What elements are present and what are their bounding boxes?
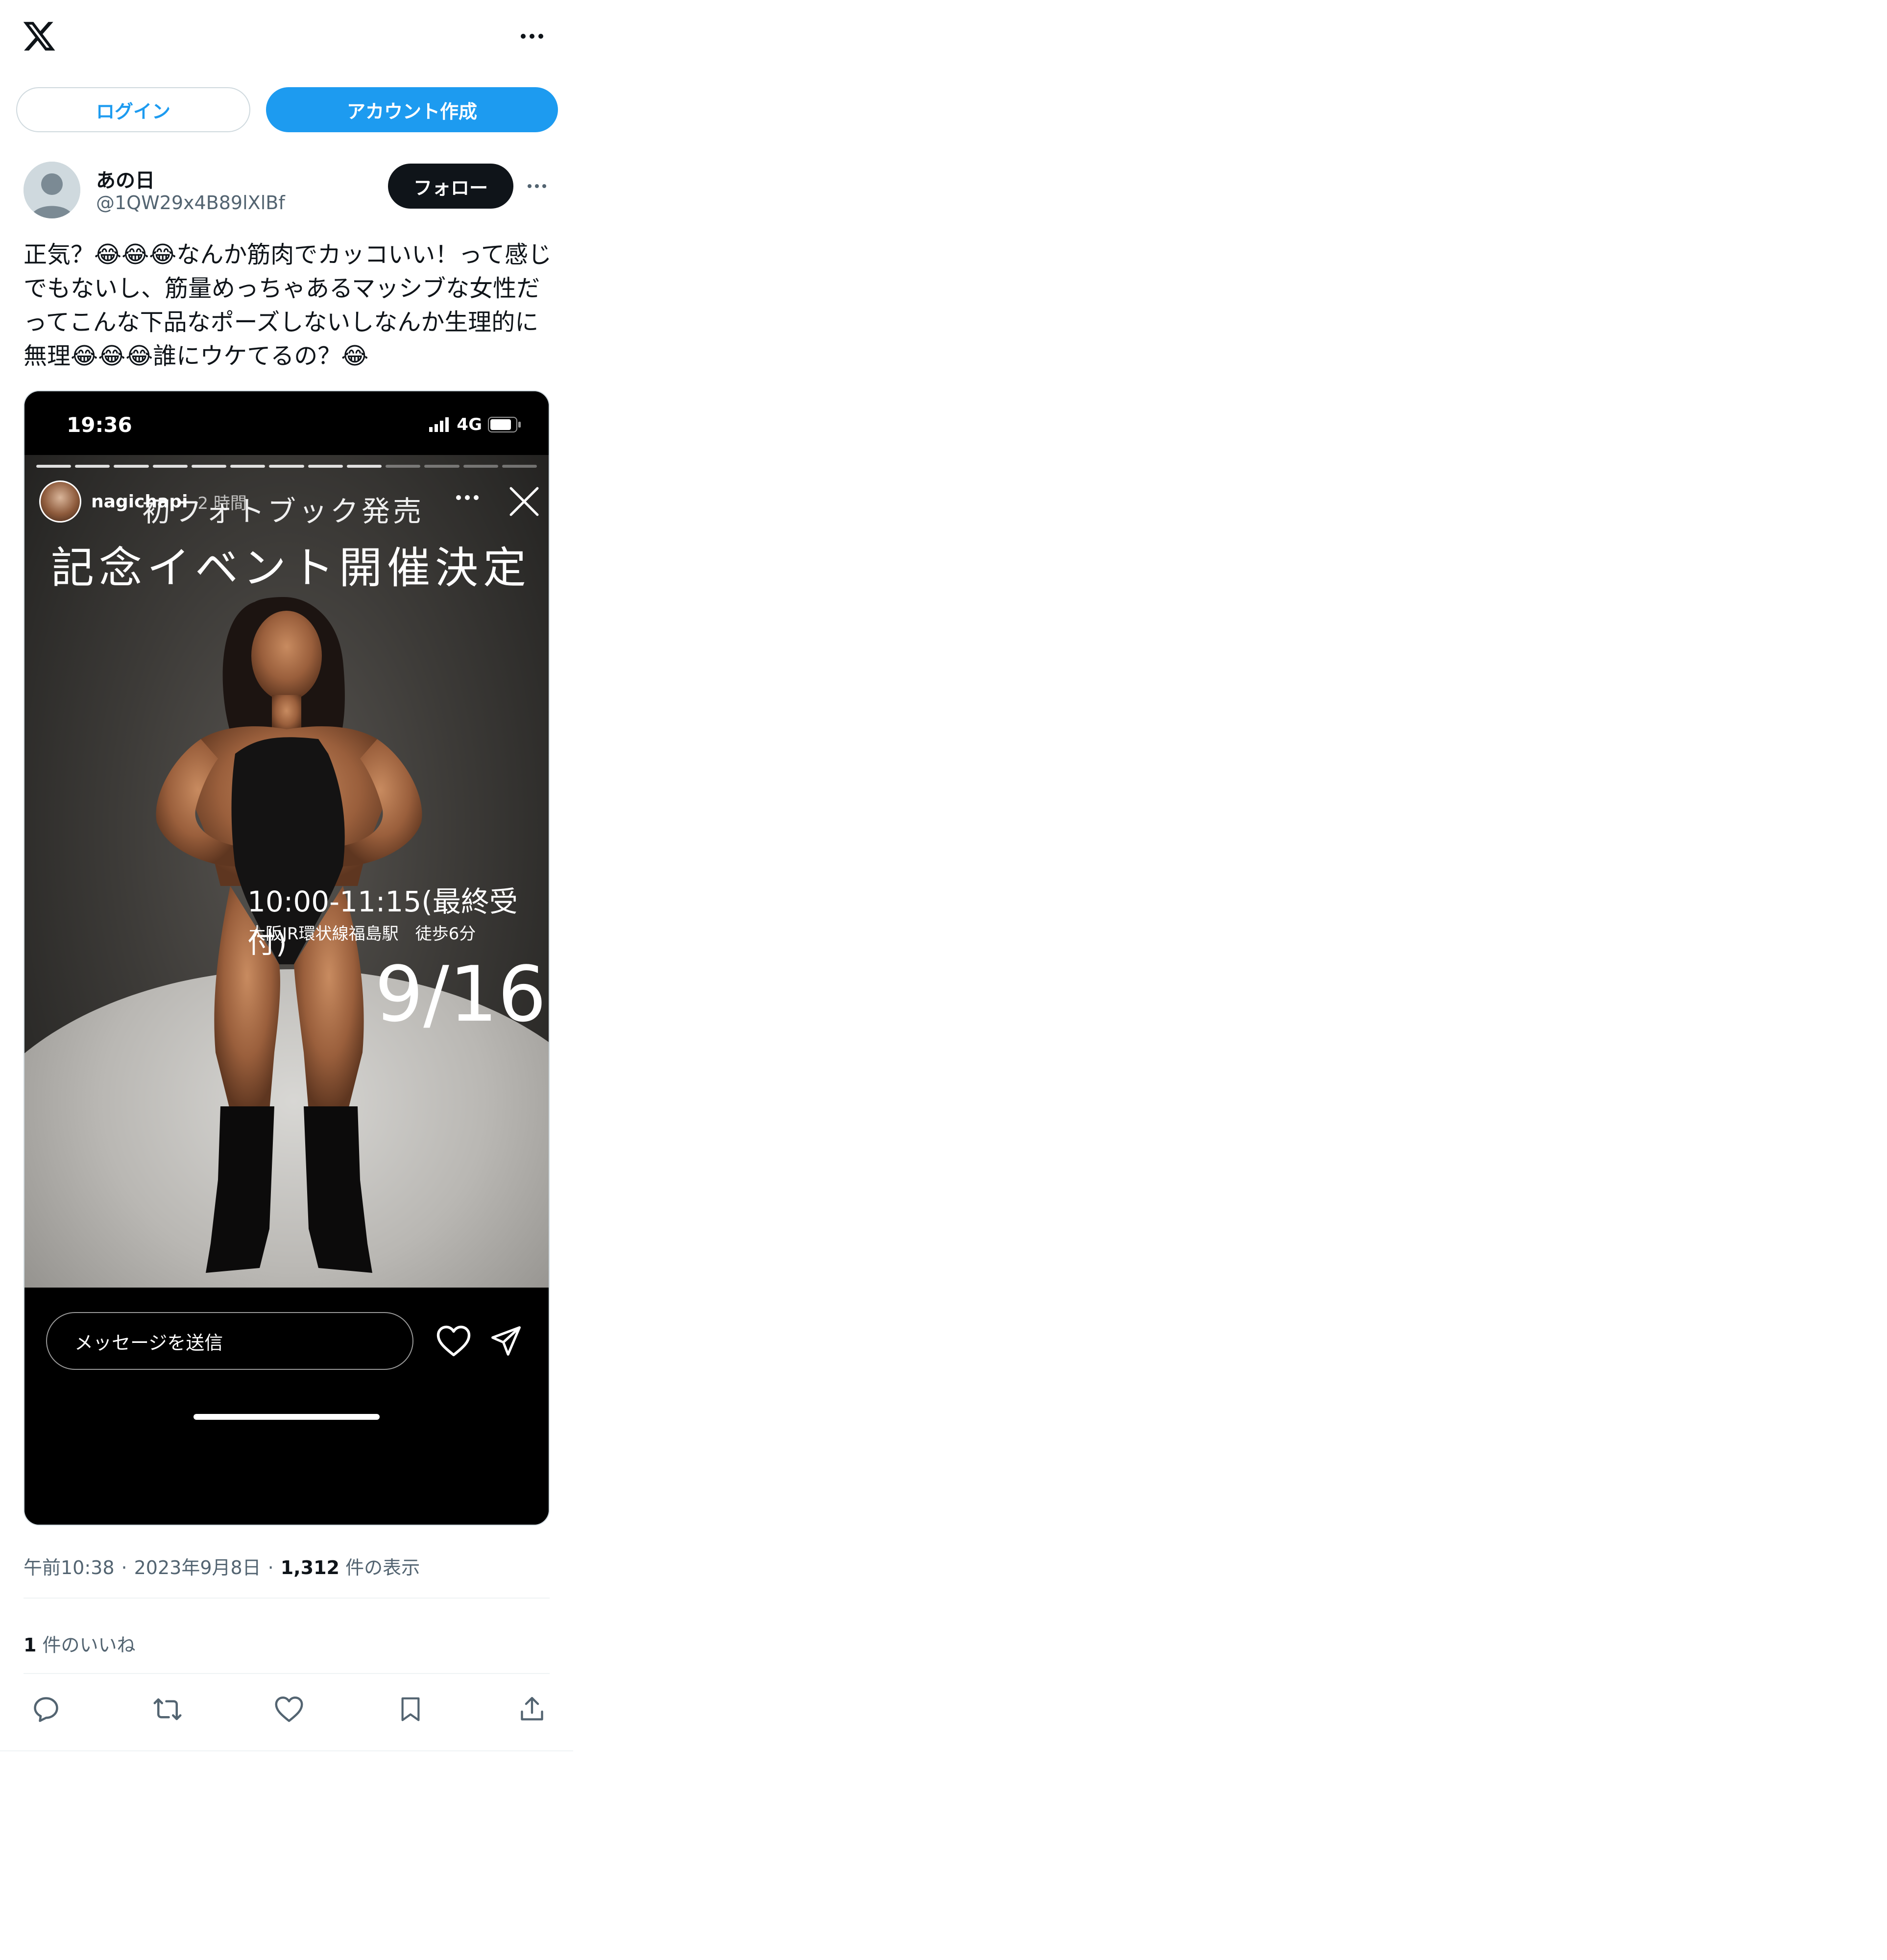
phone-status-bar: 19:36 4G bbox=[24, 391, 549, 455]
likes-summary[interactable]: 1 件のいいね bbox=[24, 1630, 136, 1657]
home-indicator bbox=[194, 1414, 380, 1420]
story-title-line1: 初フォトブック発売 bbox=[142, 495, 425, 528]
more-horizontal-icon[interactable] bbox=[523, 175, 551, 197]
auth-buttons: ログイン アカウント作成 bbox=[0, 87, 572, 133]
tweet-meta: 午前10:38 · 2023年9月8日 · 1,312 件の表示 bbox=[24, 1553, 420, 1579]
divider bbox=[24, 1673, 550, 1674]
tweet-actions bbox=[24, 1692, 550, 1731]
story-footer: メッセージを送信 bbox=[24, 1288, 549, 1525]
x-logo-icon[interactable] bbox=[22, 19, 57, 54]
follow-button[interactable]: フォロー bbox=[388, 164, 513, 209]
send-icon bbox=[491, 1326, 521, 1356]
tweet-date[interactable]: 2023年9月8日 bbox=[134, 1553, 261, 1579]
retweet-button[interactable] bbox=[150, 1692, 185, 1727]
divider bbox=[24, 1598, 550, 1599]
avatar[interactable] bbox=[24, 162, 80, 218]
top-bar bbox=[0, 0, 572, 73]
progress-segment bbox=[230, 465, 266, 468]
reply-icon bbox=[34, 1697, 58, 1722]
signal-icon bbox=[429, 417, 449, 432]
progress-segment bbox=[152, 465, 188, 468]
progress-segment bbox=[269, 465, 304, 468]
heart-icon bbox=[436, 1325, 471, 1357]
progress-segment bbox=[386, 465, 421, 468]
more-horizontal-icon[interactable] bbox=[514, 24, 550, 48]
views-count: 1,312 bbox=[280, 1557, 339, 1578]
views-label: 件の表示 bbox=[345, 1557, 420, 1578]
reply-button[interactable] bbox=[28, 1692, 64, 1727]
meta-separator: · bbox=[267, 1557, 274, 1578]
story-avatar bbox=[39, 480, 81, 523]
progress-segment bbox=[424, 465, 460, 468]
progress-segment bbox=[191, 465, 227, 468]
share-button[interactable] bbox=[514, 1692, 550, 1727]
bookmark-icon bbox=[401, 1697, 420, 1721]
battery-icon bbox=[488, 417, 521, 432]
tweet-text: 正気？😂😂😂なんか筋肉でカッコいい！って感じでもないし、筋量めっちゃあるマッシブ… bbox=[24, 241, 552, 370]
tweet-media-image[interactable]: 19:36 4G nagichapi 2 時間 初フォトブック発売 記念イベント… bbox=[24, 390, 550, 1526]
message-input: メッセージを送信 bbox=[46, 1312, 413, 1370]
login-button[interactable]: ログイン bbox=[16, 87, 250, 132]
progress-segment bbox=[75, 465, 110, 468]
progress-segment bbox=[346, 465, 382, 468]
likes-label: 件のいいね bbox=[42, 1634, 136, 1656]
event-date: 9/16 bbox=[375, 950, 547, 1039]
meta-separator: · bbox=[121, 1557, 127, 1578]
progress-segment bbox=[502, 465, 537, 468]
story-title-line2: 記念イベント開催決定 bbox=[51, 543, 532, 593]
bookmark-button[interactable] bbox=[393, 1692, 428, 1727]
display-name[interactable]: あの日 bbox=[96, 165, 155, 193]
event-place: 大阪JR環状線福島駅 徒歩6分 bbox=[249, 924, 476, 944]
likes-count: 1 bbox=[24, 1634, 37, 1656]
like-button[interactable] bbox=[271, 1692, 307, 1727]
progress-segment bbox=[308, 465, 343, 468]
share-icon bbox=[521, 1697, 543, 1721]
signup-button[interactable]: アカウント作成 bbox=[266, 87, 558, 132]
user-handle[interactable]: @1QW29x4B89lXlBf bbox=[96, 192, 285, 214]
progress-segment bbox=[114, 465, 149, 468]
close-icon bbox=[509, 487, 539, 516]
tweet-author: あの日 @1QW29x4B89lXlBf フォロー bbox=[0, 162, 572, 225]
heart-icon bbox=[275, 1697, 303, 1722]
divider bbox=[0, 1750, 573, 1751]
retweet-icon bbox=[153, 1698, 182, 1721]
progress-segment bbox=[463, 465, 498, 468]
progress-segment bbox=[36, 465, 72, 468]
more-horizontal-icon bbox=[456, 493, 479, 502]
event-hours: 10:00-11:15(最終受付) bbox=[247, 885, 518, 959]
tweet-time[interactable]: 午前10:38 bbox=[24, 1553, 115, 1579]
network-label: 4G bbox=[457, 415, 482, 434]
status-time: 19:36 bbox=[67, 413, 132, 437]
status-indicators: 4G bbox=[429, 415, 521, 434]
story-photo: nagichapi 2 時間 初フォトブック発売 記念イベント開催決定 10:0… bbox=[24, 455, 549, 1288]
default-avatar-icon bbox=[24, 162, 80, 218]
story-progress bbox=[36, 465, 537, 468]
